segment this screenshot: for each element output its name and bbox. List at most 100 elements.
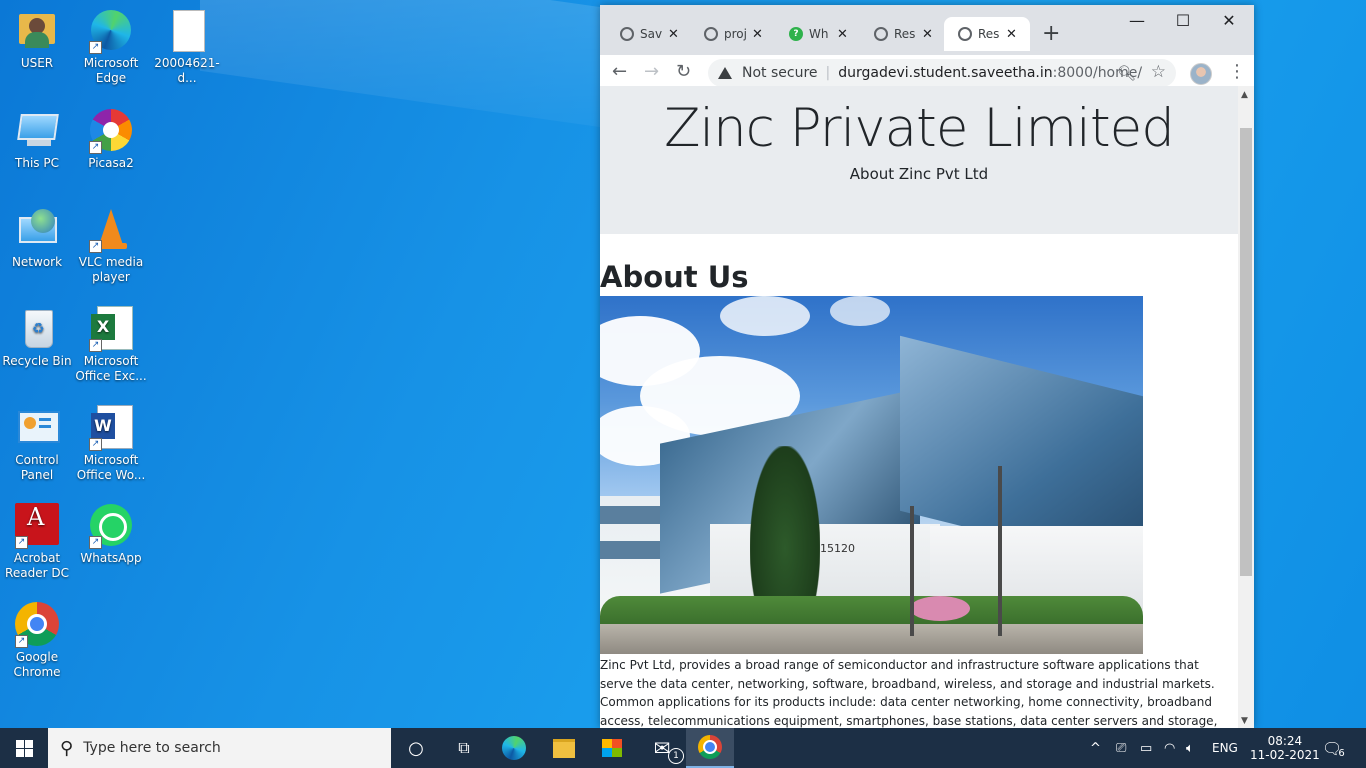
close-tab-icon[interactable]: ✕ [837, 27, 848, 42]
desktop-icon-user[interactable]: USER [0, 8, 74, 71]
document-file-icon [165, 8, 209, 52]
section-heading: About Us [600, 260, 749, 294]
tab-5-active[interactable]: Resp ✕ [944, 17, 1030, 51]
user-folder-icon [15, 8, 59, 52]
taskbar-edge-icon[interactable] [490, 728, 538, 768]
tab-title: Resp [894, 27, 916, 41]
page-subtitle: About Zinc Pvt Ltd [849, 165, 989, 183]
close-tab-icon[interactable]: ✕ [668, 27, 679, 42]
security-label[interactable]: Not secure [742, 65, 818, 81]
scroll-down-arrow-icon[interactable]: ▼ [1241, 716, 1248, 726]
desktop-icon-label: 20004621-d... [154, 56, 220, 85]
about-paragraph: Zinc Pvt Ltd, provides a broad range of … [600, 658, 1218, 728]
desktop-icon-picasa[interactable]: ↗ Picasa2 [74, 108, 148, 171]
new-tab-button[interactable]: + [1042, 21, 1060, 46]
office-building-photo: 15120 [600, 296, 1143, 654]
chrome-icon: ↗ [15, 602, 59, 648]
show-hidden-icons-chevron-icon[interactable]: ^ [1090, 728, 1101, 768]
meet-now-icon[interactable]: ⎚ [1116, 728, 1126, 768]
globe-icon [874, 27, 888, 41]
battery-icon[interactable]: ▭ [1140, 728, 1152, 768]
tab-3[interactable]: ? Wh ✕ [775, 17, 855, 51]
desktop-icon-edge[interactable]: ↗ Microsoft Edge [74, 8, 148, 86]
profile-avatar[interactable] [1190, 63, 1212, 85]
menu-kebab-icon[interactable]: ⋮ [1228, 61, 1246, 82]
file-explorer-icon[interactable] [540, 728, 588, 768]
reload-icon[interactable]: ↻ [676, 61, 691, 82]
volume-icon[interactable]: 🔈︎ [1186, 728, 1194, 768]
desktop-icon-label: Google Chrome [13, 650, 61, 679]
acrobat-icon: A ↗ [15, 503, 59, 549]
globe-icon [704, 27, 718, 41]
close-tab-icon[interactable]: ✕ [752, 27, 763, 42]
whatsapp-icon: ↗ [89, 503, 133, 549]
wifi-icon[interactable]: ◠ [1164, 728, 1175, 768]
desktop-icon-label: Microsoft Office Exc... [75, 354, 147, 383]
address-bar[interactable]: Not secure | durgadevi.student.saveetha.… [708, 59, 1176, 87]
scroll-up-arrow-icon[interactable]: ▲ [1241, 90, 1248, 100]
desktop-icon-label: USER [20, 56, 54, 70]
tab-title: proj [724, 27, 746, 41]
forward-icon[interactable]: → [644, 61, 659, 82]
start-button[interactable] [0, 728, 48, 768]
taskbar-chrome-icon[interactable] [686, 728, 734, 768]
whatsapp-icon: ? [789, 27, 803, 41]
close-tab-icon[interactable]: ✕ [1006, 27, 1017, 42]
desktop-icon-label: Microsoft Edge [83, 56, 139, 85]
tab-2[interactable]: proj ✕ [690, 17, 770, 51]
task-view-icon[interactable]: ⧉ [440, 728, 488, 768]
desktop-icon-label: This PC [15, 156, 59, 170]
store-icon[interactable] [588, 728, 636, 768]
divider: | [825, 65, 831, 81]
cortana-icon[interactable]: ○ [392, 728, 440, 768]
tab-title: Save [640, 27, 662, 41]
desktop-icon-label: Network [11, 255, 63, 269]
computer-icon [15, 108, 59, 152]
clock-time: 08:24 [1267, 734, 1303, 748]
taskbar-search-box[interactable]: ⚲ Type here to search [48, 728, 391, 768]
tab-4[interactable]: Resp ✕ [860, 17, 940, 51]
desktop-icon-whatsapp[interactable]: ↗ WhatsApp [74, 503, 148, 566]
desktop-icon-label: Acrobat Reader DC [5, 551, 69, 580]
scrollbar-thumb[interactable] [1240, 128, 1252, 576]
desktop-icon-this-pc[interactable]: This PC [0, 108, 74, 171]
vlc-icon: ↗ [89, 207, 133, 253]
bookmark-star-icon[interactable]: ☆ [1151, 62, 1166, 82]
vertical-scrollbar[interactable]: ▲ ▼ [1238, 86, 1254, 728]
desktop-icon-label: Control Panel [15, 453, 59, 482]
windows-logo-icon [15, 739, 33, 757]
language-indicator[interactable]: ENG [1212, 728, 1238, 768]
taskbar: ⚲ Type here to search ○ ⧉ ✉ 1 ^ ⎚ ▭ ◠ 🔈︎… [0, 728, 1366, 768]
desktop-icon-recycle-bin[interactable]: ♻ Recycle Bin [0, 306, 74, 369]
zoom-icon[interactable]: 🔍︎ [1117, 64, 1136, 82]
edge-icon: ↗ [89, 8, 133, 54]
desktop-icon-label: Picasa2 [88, 156, 134, 170]
jumbotron: Zinc Private Limited About Zinc Pvt Ltd [600, 86, 1238, 234]
desktop-icon-word[interactable]: W ↗ Microsoft Office Wo... [74, 405, 148, 483]
building-number: 15120 [820, 542, 855, 555]
notification-center-icon[interactable]: 🗨︎ 6 [1322, 728, 1345, 768]
desktop-icon-label: WhatsApp [80, 551, 142, 565]
desktop-icon-network[interactable]: Network [0, 207, 74, 270]
clock[interactable]: 08:24 11-02-2021 [1250, 728, 1320, 768]
maximize-button[interactable]: ☐ [1160, 11, 1206, 30]
network-icon [15, 207, 59, 251]
tab-1[interactable]: Save ✕ [606, 17, 686, 51]
desktop-icon-excel[interactable]: X ↗ Microsoft Office Exc... [74, 306, 148, 384]
minimize-button[interactable]: — [1114, 11, 1160, 30]
notification-count: 6 [1338, 747, 1345, 759]
recycle-bin-icon: ♻ [15, 306, 59, 350]
back-icon[interactable]: ← [612, 61, 627, 82]
desktop-icon-label: Recycle Bin [2, 354, 72, 368]
desktop-icon-file[interactable]: 20004621-d... [150, 8, 224, 86]
desktop-icon-chrome[interactable]: ↗ Google Chrome [0, 602, 74, 680]
globe-icon [958, 27, 972, 41]
mail-icon[interactable]: ✉ 1 [638, 728, 686, 768]
desktop-icon-control-panel[interactable]: Control Panel [0, 405, 74, 483]
word-icon: W ↗ [89, 405, 133, 451]
desktop-icon-acrobat[interactable]: A ↗ Acrobat Reader DC [0, 503, 74, 581]
close-window-button[interactable]: ✕ [1206, 11, 1252, 30]
desktop-icon-vlc[interactable]: ↗ VLC media player [74, 207, 148, 285]
search-placeholder: Type here to search [83, 740, 221, 756]
close-tab-icon[interactable]: ✕ [922, 27, 933, 42]
